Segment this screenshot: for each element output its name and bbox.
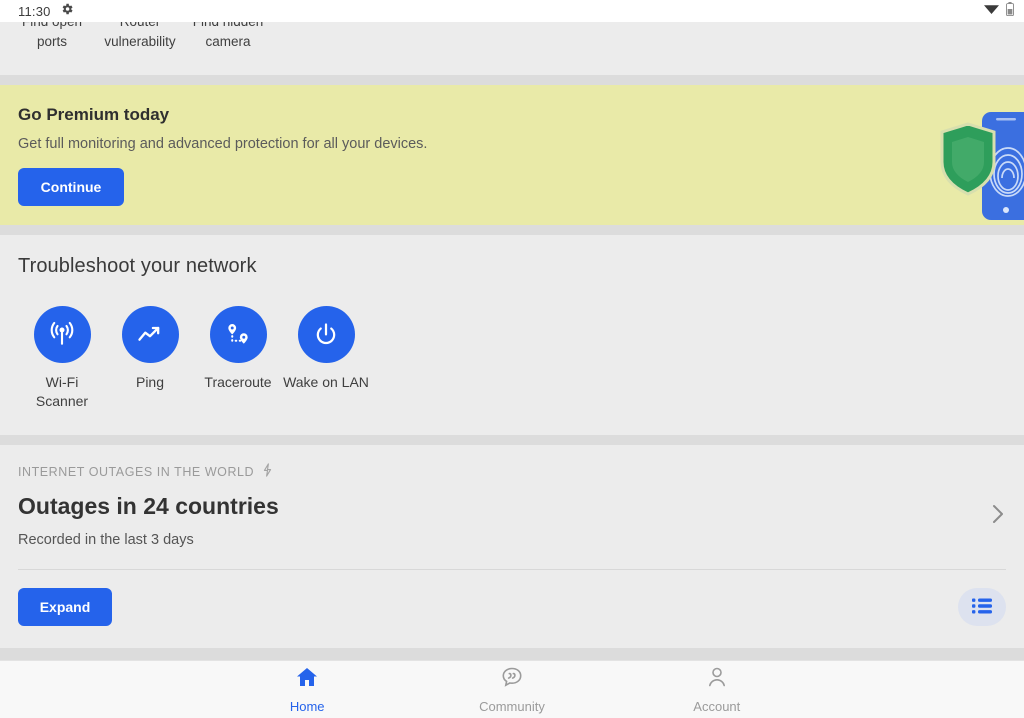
nav-item-account[interactable]: Account <box>614 665 819 714</box>
person-icon <box>705 665 729 694</box>
tool-label: Ping <box>135 374 165 390</box>
gear-icon <box>60 2 74 21</box>
section-divider <box>0 75 1024 85</box>
power-icon <box>297 306 355 363</box>
wifi-icon <box>984 2 999 20</box>
trending-up-icon <box>121 306 179 363</box>
clipped-tools-row: Find open ports Router vulnerability Fin… <box>0 22 1024 75</box>
app-screen: 11:30 Find op <box>0 0 1024 718</box>
map-pins-icon <box>209 306 267 363</box>
troubleshoot-title: Troubleshoot your network <box>18 255 257 277</box>
home-icon <box>295 665 319 694</box>
section-divider <box>0 435 1024 445</box>
outages-actions: Expand <box>18 570 1006 648</box>
clipped-tool-item[interactable]: Find open ports <box>8 22 96 52</box>
wifi-signal-icon <box>33 306 91 363</box>
status-time: 11:30 <box>18 3 51 19</box>
outages-section: INTERNET OUTAGES IN THE WORLD Outages in… <box>0 445 1024 648</box>
outages-kicker: INTERNET OUTAGES IN THE WORLD <box>18 463 1006 480</box>
section-divider <box>0 225 1024 235</box>
nav-label: Community <box>479 699 545 714</box>
expand-button[interactable]: Expand <box>18 588 112 626</box>
list-icon <box>972 597 992 618</box>
premium-title: Go Premium today <box>18 105 170 124</box>
continue-button[interactable]: Continue <box>18 168 124 206</box>
tool-traceroute[interactable]: Traceroute <box>194 306 282 411</box>
nav-item-home[interactable]: Home <box>205 665 410 714</box>
status-bar: 11:30 <box>0 0 1024 22</box>
premium-subtitle: Get full monitoring and advanced protect… <box>18 136 428 152</box>
tool-label: Traceroute <box>204 374 272 390</box>
clipped-tool-item[interactable]: Router vulnerability <box>96 22 184 52</box>
tool-label: Wi-Fi Scanner <box>35 374 89 409</box>
outages-title: Outages in 24 countries <box>18 493 279 519</box>
lightning-bolt-icon <box>262 463 273 480</box>
nav-item-community[interactable]: Community <box>410 665 615 714</box>
battery-icon <box>1006 1 1014 21</box>
premium-illustration <box>924 94 1024 225</box>
tool-wifi-scanner[interactable]: Wi-Fi Scanner <box>18 306 106 411</box>
status-bar-right <box>984 1 1014 21</box>
tool-label: Wake on LAN <box>283 374 369 390</box>
outages-subtitle: Recorded in the last 3 days <box>18 532 194 548</box>
nav-label: Home <box>289 699 325 714</box>
list-view-button[interactable] <box>958 588 1006 626</box>
tool-wake-on-lan[interactable]: Wake on LAN <box>282 306 370 411</box>
nav-label: Account <box>693 699 741 714</box>
status-bar-left: 11:30 <box>18 2 74 21</box>
outages-kicker-label: INTERNET OUTAGES IN THE WORLD <box>18 464 255 479</box>
troubleshoot-tools: Wi-Fi Scanner Ping Traceroute Wake on LA… <box>18 306 1006 411</box>
bottom-navigation: Home Community Account <box>0 660 1024 718</box>
premium-banner[interactable]: Go Premium today Get full monitoring and… <box>0 85 1024 225</box>
troubleshoot-section: Troubleshoot your network Wi-Fi Scanner <box>0 235 1024 435</box>
clipped-tool-item[interactable]: Find hidden camera <box>184 22 272 52</box>
tool-ping[interactable]: Ping <box>106 306 194 411</box>
clipped-tools-list: Find open ports Router vulnerability Fin… <box>0 22 1024 52</box>
chevron-right-icon[interactable] <box>990 501 1006 532</box>
chat-bubble-icon <box>500 665 524 694</box>
